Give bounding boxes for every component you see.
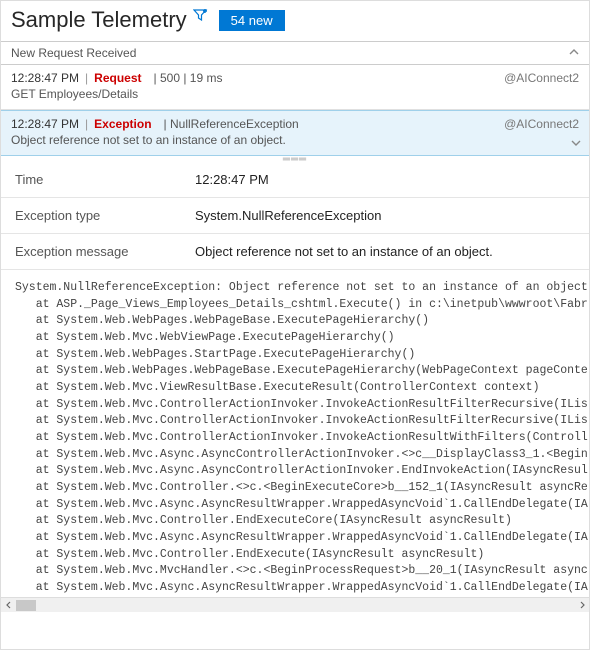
horizontal-scrollbar[interactable] xyxy=(1,597,589,612)
detail-row-type: Exception type System.NullReferenceExcep… xyxy=(1,198,589,234)
new-badge[interactable]: 54 new xyxy=(219,10,285,31)
entry-brief: | NullReferenceException xyxy=(164,117,299,131)
stack-trace-text: System.NullReferenceException: Object re… xyxy=(15,280,589,612)
scroll-left-icon[interactable] xyxy=(1,598,16,613)
entry-source: @AIConnect2 xyxy=(504,117,579,131)
entry-time: 12:28:47 PM xyxy=(11,71,79,85)
detail-label: Exception type xyxy=(1,198,181,234)
stack-trace-panel[interactable]: System.NullReferenceException: Object re… xyxy=(1,270,589,612)
telemetry-entry-request[interactable]: 12:28:47 PM | Request | 500 | 19 ms GET … xyxy=(1,65,589,110)
entry-type: Exception xyxy=(94,117,151,131)
header: Sample Telemetry 54 new xyxy=(1,1,589,41)
detail-table: Time 12:28:47 PM Exception type System.N… xyxy=(1,162,589,270)
chevron-down-icon[interactable] xyxy=(571,138,581,151)
detail-row-time: Time 12:28:47 PM xyxy=(1,162,589,198)
scroll-right-icon[interactable] xyxy=(574,598,589,613)
entry-meta: | 500 | 19 ms xyxy=(154,71,223,85)
detail-value: Object reference not set to an instance … xyxy=(181,234,589,270)
detail-label: Exception message xyxy=(1,234,181,270)
filter-icon[interactable] xyxy=(193,8,209,29)
subheader: New Request Received xyxy=(1,41,589,65)
chevron-up-icon[interactable] xyxy=(569,47,579,60)
page-title: Sample Telemetry xyxy=(11,7,187,33)
subheader-label: New Request Received xyxy=(11,46,136,60)
scroll-thumb[interactable] xyxy=(16,600,36,611)
telemetry-entry-exception[interactable]: 12:28:47 PM | Exception | NullReferenceE… xyxy=(1,110,589,156)
detail-row-message: Exception message Object reference not s… xyxy=(1,234,589,270)
pipe-separator: | xyxy=(85,71,88,85)
entry-subtext: GET Employees/Details xyxy=(11,87,579,101)
entry-time: 12:28:47 PM xyxy=(11,117,79,131)
entry-source: @AIConnect2 xyxy=(504,71,579,85)
entry-type: Request xyxy=(94,71,141,85)
detail-label: Time xyxy=(1,162,181,198)
entry-subtext: Object reference not set to an instance … xyxy=(11,133,579,147)
detail-value: System.NullReferenceException xyxy=(181,198,589,234)
detail-value: 12:28:47 PM xyxy=(181,162,589,198)
scroll-track[interactable] xyxy=(16,598,574,613)
pipe-separator: | xyxy=(85,117,88,131)
